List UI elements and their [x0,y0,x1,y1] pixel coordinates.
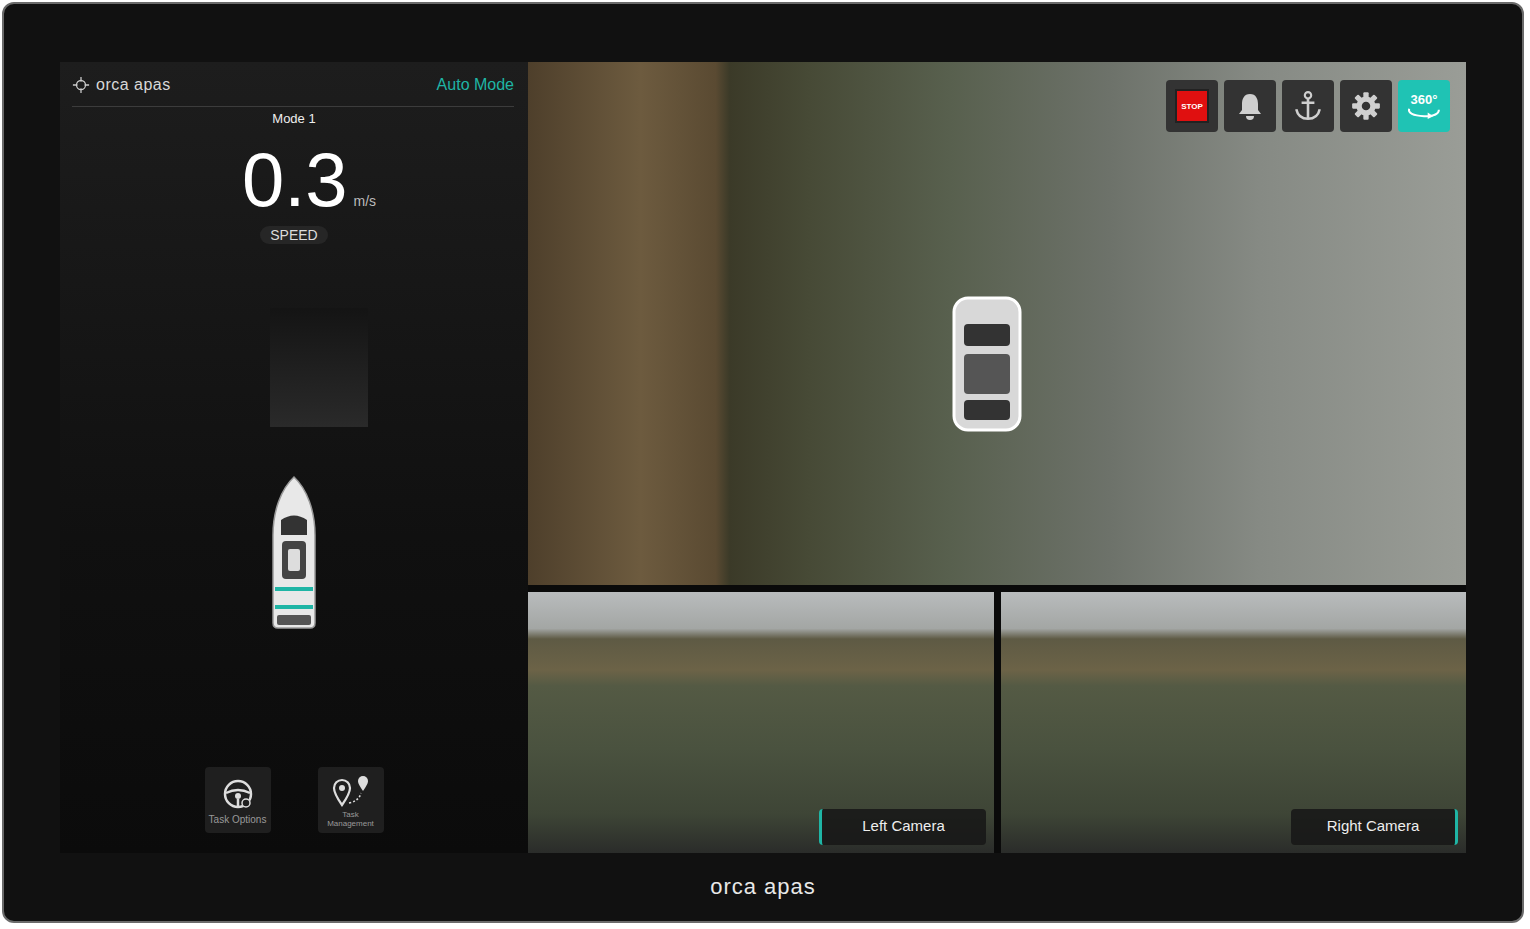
camera-views: STOP 360° Left Camera Right Camera [528,62,1466,853]
task-label: Task Management [320,811,382,829]
side-cameras: Left Camera Right Camera [528,592,1466,853]
screen: orca apas Auto Mode Mode 1 0.3 m/s SPEED Task … [60,62,1466,853]
logo: orca apas [72,76,171,94]
speed-label: SPEED [260,226,327,244]
toolbar-button[interactable]: STOP [1166,80,1218,132]
task-button[interactable]: Task Management [318,767,384,833]
toolbar-button[interactable] [1224,80,1276,132]
steering-wheel-icon [222,778,254,810]
mode-status: Auto Mode [437,76,514,94]
toolbar-button[interactable] [1340,80,1392,132]
anchor-icon [1292,90,1324,122]
task-buttons: Task Options Task Management [205,767,384,833]
status-panel: orca apas Auto Mode Mode 1 0.3 m/s SPEED Task … [60,62,528,853]
crosshair-icon [72,76,90,94]
panel-header: orca apas Auto Mode [72,62,514,107]
task-label: Task Options [209,814,267,825]
mode-label: Mode 1 [272,110,315,128]
speed-readout: 0.3 m/s [212,140,376,220]
task-button[interactable]: Task Options [205,767,271,833]
speed-value: 0.3 [242,140,348,220]
bell-icon [1235,91,1265,121]
speed-unit: m/s [354,193,377,209]
surround-view: STOP 360° [528,62,1466,585]
camera-label[interactable]: Right Camera [1291,809,1458,845]
toolbar: STOP 360° [1166,80,1450,132]
logo-text: orca apas [96,76,171,94]
toolbar-button[interactable] [1282,80,1334,132]
camera-label[interactable]: Left Camera [819,809,986,845]
view-360: 360° [1405,93,1443,119]
boat-overlay-icon [950,294,1024,434]
throttle-gauge [270,308,368,427]
toolbar-button[interactable]: 360° [1398,80,1450,132]
stop-label: STOP [1175,89,1209,123]
device-bezel: orca apas Auto Mode Mode 1 0.3 m/s SPEED Task … [2,2,1524,923]
camera-view: Left Camera [528,592,994,853]
view-360-label: 360° [1411,93,1438,106]
rotate-arrows-icon [1405,106,1443,119]
boat-icon [269,475,319,630]
route-pin-icon [331,773,371,807]
camera-view: Right Camera [1001,592,1467,853]
gear-icon [1350,90,1382,122]
footer-brand: orca apas [4,853,1522,921]
